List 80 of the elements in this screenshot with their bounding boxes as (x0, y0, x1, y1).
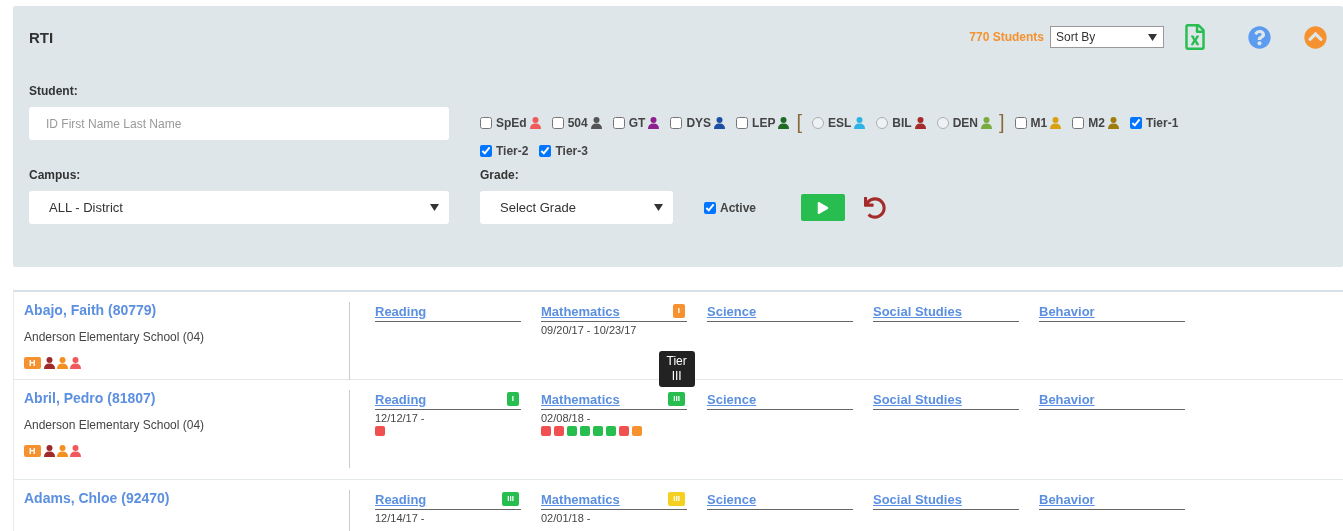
subject-link[interactable]: Social Studies (873, 304, 962, 319)
subject-link[interactable]: Mathematics (541, 492, 620, 507)
tier-badge: III (668, 492, 685, 506)
school-name: Anderson Elementary School (04) (24, 418, 206, 432)
reset-button[interactable] (864, 196, 887, 219)
subject-link[interactable]: Reading (375, 492, 427, 507)
radio-button[interactable] (876, 117, 889, 129)
student-name-link[interactable]: Abril, Pedro (81807) (24, 390, 156, 406)
filter-label: DYS (686, 116, 712, 130)
checkbox[interactable] (1014, 117, 1027, 129)
tag: H (24, 445, 41, 457)
active-label: Active (720, 200, 757, 215)
date-range: 02/01/18 - (541, 512, 592, 524)
sort-select[interactable]: Sort By (1050, 26, 1164, 48)
grade-label: Grade: (480, 168, 520, 182)
filter-label: SpEd (496, 116, 527, 130)
student-name-link[interactable]: Adams, Chloe (92470) (24, 490, 170, 506)
tier-badge: I (672, 304, 685, 318)
help-icon[interactable] (1248, 25, 1271, 49)
radio-button[interactable] (936, 117, 949, 129)
checkbox[interactable] (1072, 117, 1085, 129)
filter-label: LEP (752, 116, 776, 130)
subject-link[interactable]: Social Studies (873, 392, 962, 407)
filter-label: Tier-3 (555, 144, 588, 158)
date-range: 09/20/17 - 10/23/17 (541, 324, 638, 336)
checkbox[interactable] (1129, 117, 1142, 129)
subject-link[interactable]: Mathematics (541, 304, 620, 319)
subject-link[interactable]: Behavior (1039, 392, 1095, 407)
caret-icon (1148, 33, 1157, 41)
tag: H (24, 357, 41, 369)
subject-link[interactable]: Science (707, 392, 757, 407)
bracket: ] (999, 112, 1005, 134)
filter-label: M1 (1030, 116, 1048, 130)
filter-label: 504 (567, 116, 588, 130)
tier-badge: III (502, 492, 519, 506)
subject-link[interactable]: Reading (375, 304, 427, 319)
student-count: 770 Students (969, 30, 1044, 44)
campus-label: Campus: (29, 168, 82, 182)
student-search-field[interactable]: ID First Name Last Name (29, 107, 449, 140)
radio-button[interactable] (811, 117, 824, 129)
checkbox[interactable] (480, 117, 492, 129)
tier-badge: III (668, 392, 685, 406)
undo-icon (864, 196, 887, 219)
date-range: 02/08/18 - (541, 412, 592, 424)
play-icon (817, 201, 830, 214)
subject-link[interactable]: Science (707, 492, 757, 507)
campus-select[interactable]: ALL - District (29, 191, 449, 224)
checkbox[interactable] (704, 201, 716, 214)
caret-icon (430, 204, 439, 211)
filter-label: ESL (827, 116, 852, 130)
run-button[interactable] (801, 194, 846, 221)
filter-label: Tier-1 (1145, 116, 1179, 130)
tooltip: Tier III (658, 351, 695, 387)
checkbox[interactable] (539, 145, 552, 157)
filter-label: GT (628, 116, 646, 130)
subject-link[interactable]: Science (707, 304, 757, 319)
grade-select[interactable]: Select Grade (480, 191, 673, 224)
checkbox[interactable] (551, 117, 564, 129)
tier-badge: I (506, 392, 519, 406)
date-range: 12/14/17 - (375, 512, 426, 524)
filter-label: DEN (952, 116, 978, 130)
checkbox[interactable] (736, 117, 749, 129)
school-name: Anderson Elementary School (04) (24, 330, 206, 344)
subject-link[interactable]: Behavior (1039, 492, 1095, 507)
bracket: [ (796, 112, 802, 134)
checkbox[interactable] (612, 117, 625, 129)
student-name-link[interactable]: Abajo, Faith (80779) (24, 302, 157, 318)
subject-link[interactable]: Reading (375, 392, 427, 407)
page-title: RTI (29, 28, 55, 46)
checkbox[interactable] (670, 117, 683, 129)
subject-link[interactable]: Mathematics (541, 392, 620, 407)
checkbox[interactable] (480, 145, 492, 157)
subject-link[interactable]: Behavior (1039, 304, 1095, 319)
date-range: 12/12/17 - (375, 412, 426, 424)
subject-link[interactable]: Social Studies (873, 492, 962, 507)
filter-label: M2 (1088, 116, 1105, 130)
filter-label: Tier-2 (496, 144, 529, 158)
student-label: Student: (29, 84, 79, 98)
filter-label: BIL (892, 116, 912, 130)
caret-icon (654, 204, 663, 211)
